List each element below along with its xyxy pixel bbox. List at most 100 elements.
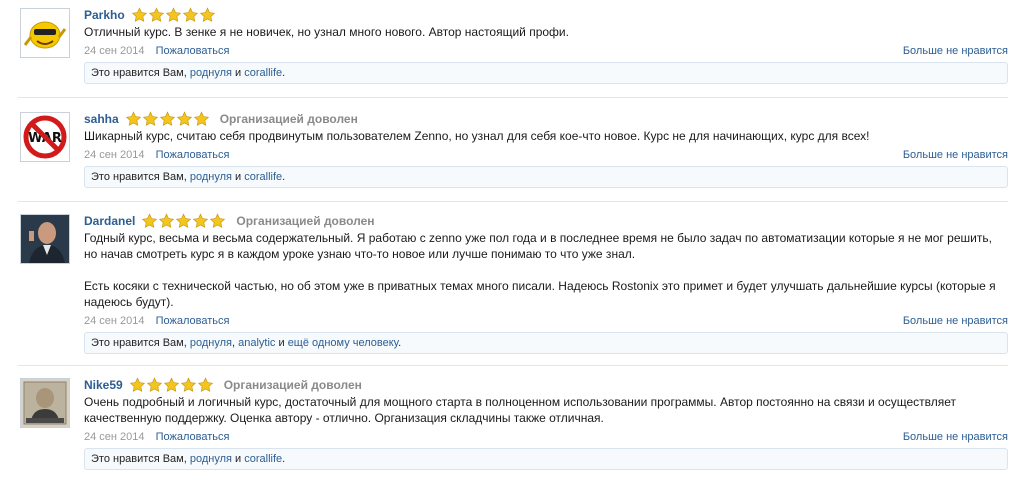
and-word: и [235,67,242,79]
unlike-link[interactable]: Больше не нравится [903,43,1008,59]
review-header: sahha Организацией доволен [84,110,1008,128]
rating-stars [129,377,214,393]
review-meta: 24 сен 2014 Пожаловаться Больше не нрави… [84,147,1008,163]
review: Nike59 Организацией доволен Очень подроб… [18,376,1008,476]
review-meta: 24 сен 2014 Пожаловаться Больше не нрави… [84,313,1008,329]
review-text: Отличный курс. В зенке я не новичек, но … [84,24,1008,40]
review-divider [18,201,1008,202]
and-word: и [278,337,285,349]
review-paragraph: Есть косяки с технической частью, но об … [84,279,996,309]
avatar-smiley-image [21,9,69,57]
review-header: Dardanel Организацией доволен [84,212,1008,230]
complain-link[interactable]: Пожаловаться [156,149,230,161]
star-icon [146,377,162,392]
review: Parkho Отличный курс. В зенке я не нович… [18,6,1008,92]
liker-link[interactable]: роднуля [190,67,232,79]
liker-link[interactable]: роднуля [190,337,232,349]
avatar-nike59[interactable] [20,378,70,428]
review: Dardanel Организацией доволен Годный кур… [18,212,1008,360]
review-divider [18,365,1008,366]
likes-bar: Это нравится Вам, роднуля и corallife. [84,62,1008,84]
avatar-portrait-stamp [21,379,69,427]
and-word: и [235,453,242,465]
star-icon [163,377,179,392]
review-text: Шикарный курс, считаю себя продвинутым п… [84,128,1008,144]
review-text: Годный курс, весьма и весьма содержатель… [84,230,1008,310]
star-icon [165,7,181,22]
review-paragraph: Очень подробный и логичный курс, достато… [84,395,957,425]
likes-prefix: Это нравится Вам, [91,337,187,349]
review-header: Nike59 Организацией доволен [84,376,1008,394]
rating-stars [131,7,216,23]
star-icon [159,213,175,228]
liker-link[interactable]: роднуля [190,171,232,183]
likes-prefix: Это нравится Вам, [91,171,187,183]
organization-status: Организацией доволен [223,378,362,392]
likes-bar: Это нравится Вам, роднуля и corallife. [84,448,1008,470]
star-icon [148,7,164,22]
review-content: sahha Организацией доволен Шикарный курс… [84,110,1008,188]
unlike-link[interactable]: Больше не нравится [903,313,1008,329]
review-content: Parkho Отличный курс. В зенке я не нович… [84,6,1008,84]
liker-link[interactable]: corallife [244,171,282,183]
unlike-link[interactable]: Больше не нравится [903,147,1008,163]
review-meta: 24 сен 2014 Пожаловаться Больше не нрави… [84,429,1008,445]
review: WAR sahha Организацией доволен Шикарный … [18,110,1008,196]
star-icon [142,213,158,228]
review-date: 24 сен 2014 [84,149,145,161]
review-paragraph: Отличный курс. В зенке я не новичек, но … [84,25,569,39]
rating-stars [125,111,210,127]
avatar-no-war-image: WAR [21,113,69,161]
rating-stars [141,213,226,229]
review-divider [18,97,1008,98]
review-paragraph: Шикарный курс, считаю себя продвинутым п… [84,129,870,143]
and-word: и [235,171,242,183]
review-date: 24 сен 2014 [84,315,145,327]
unlike-link[interactable]: Больше не нравится [903,429,1008,445]
author-link[interactable]: Dardanel [84,214,135,228]
liker-link[interactable]: corallife [244,453,282,465]
star-icon [182,7,198,22]
likes-bar: Это нравится Вам, роднуля и corallife. [84,166,1008,188]
author-link[interactable]: sahha [84,112,119,126]
star-icon [129,377,145,392]
review-content: Dardanel Организацией доволен Годный кур… [84,212,1008,354]
liker-link[interactable]: роднуля [190,453,232,465]
review-date: 24 сен 2014 [84,45,145,57]
star-icon [176,213,192,228]
author-link[interactable]: Nike59 [84,378,123,392]
avatar-dardanel[interactable] [20,214,70,264]
star-icon [193,111,209,126]
review-paragraph: Годный курс, весьма и весьма содержатель… [84,231,992,261]
avatar-parkho[interactable] [20,8,70,58]
star-icon [176,111,192,126]
star-icon [199,7,215,22]
liker-link[interactable]: analytic [238,337,275,349]
star-icon [142,111,158,126]
likes-bar: Это нравится Вам, роднуля, analytic и ещ… [84,332,1008,354]
review-text: Очень подробный и логичный курс, достато… [84,394,1008,426]
review-date: 24 сен 2014 [84,431,145,443]
complain-link[interactable]: Пожаловаться [156,315,230,327]
review-header: Parkho [84,6,1008,24]
star-icon [125,111,141,126]
star-icon [193,213,209,228]
review-content: Nike59 Организацией доволен Очень подроб… [84,376,1008,470]
star-icon [159,111,175,126]
star-icon [131,7,147,22]
liker-link[interactable]: corallife [244,67,282,79]
complain-link[interactable]: Пожаловаться [156,45,230,57]
star-icon [210,213,226,228]
star-icon [180,377,196,392]
star-icon [197,377,213,392]
complain-link[interactable]: Пожаловаться [156,431,230,443]
organization-status: Организацией доволен [236,214,375,228]
author-link[interactable]: Parkho [84,8,125,22]
review-meta: 24 сен 2014 Пожаловаться Больше не нрави… [84,43,1008,59]
organization-status: Организацией доволен [219,112,358,126]
avatar-sahha[interactable]: WAR [20,112,70,162]
liker-link[interactable]: ещё одному человеку [288,337,398,349]
likes-prefix: Это нравится Вам, [91,67,187,79]
likes-prefix: Это нравится Вам, [91,453,187,465]
avatar-man-photo [21,215,69,263]
